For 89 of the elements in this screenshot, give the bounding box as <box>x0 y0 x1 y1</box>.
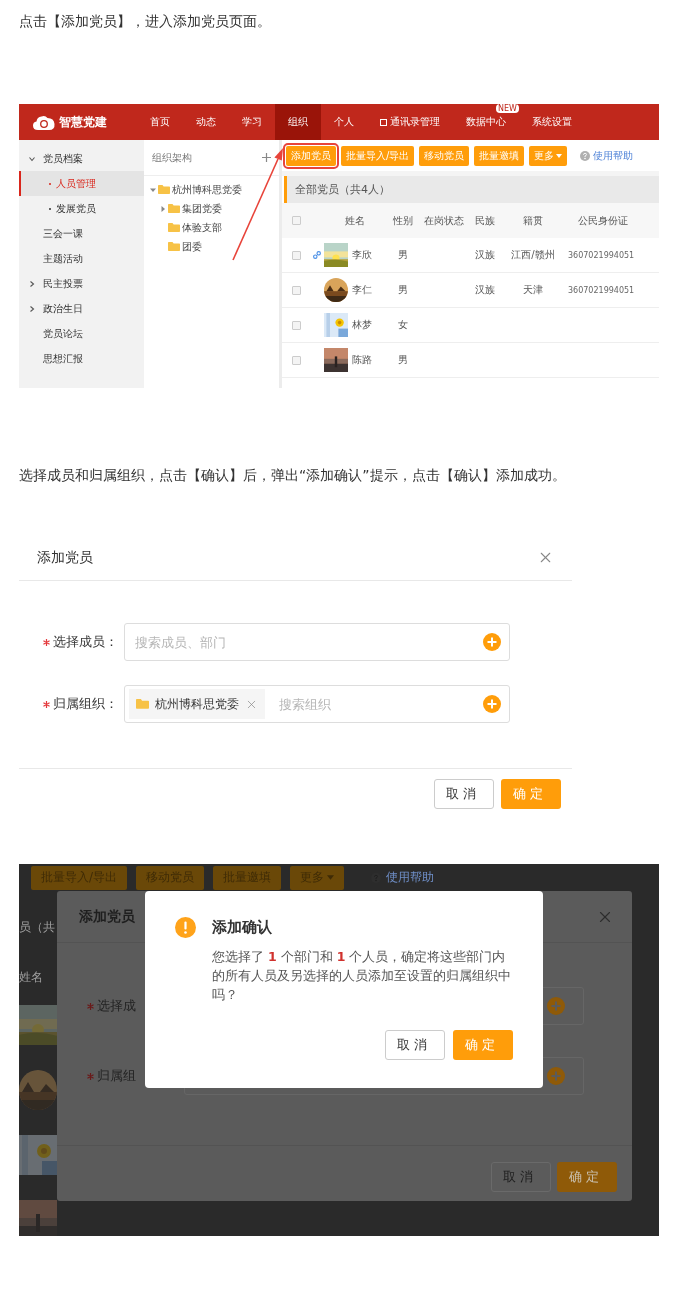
tree-node-label[interactable]: 团委 <box>182 239 202 254</box>
table-cell-text: 男 <box>397 283 409 297</box>
chevron-right-icon[interactable] <box>29 280 35 287</box>
cancel-button[interactable]: 取消 <box>385 1030 445 1060</box>
instruction-text: 点击【添加党员】，进入添加党员页面。 <box>19 12 272 30</box>
confirm-button[interactable]: 确定 <box>557 1162 617 1192</box>
sidebar-item[interactable]: 思想汇报 <box>19 346 144 371</box>
column-header: 公民身份证 <box>577 213 629 228</box>
selected-org-tag[interactable]: 杭州博科思党委 <box>129 689 265 719</box>
column-header: 民族 <box>474 213 496 228</box>
column-header: 姓名 <box>344 213 366 228</box>
help-icon <box>580 150 591 161</box>
dimmed-list-title: 员（共 <box>19 919 56 935</box>
table-cell: 林梦 <box>352 318 372 332</box>
nav-tab[interactable]: 通讯录管理 <box>367 104 453 140</box>
sidebar-subitem[interactable]: 人员管理 <box>19 171 144 196</box>
folder-icon <box>168 204 180 213</box>
table-cell-text: 3607021994051 <box>567 250 636 260</box>
nav-tab[interactable]: 系统设置 <box>519 104 585 140</box>
table-cell: 陈路 <box>352 353 372 367</box>
help-link[interactable]: 使用帮助 <box>580 148 634 163</box>
table-cell-text: 男 <box>397 353 409 367</box>
dialog-title: 添加确认 <box>212 918 272 937</box>
confirm-message: 您选择了 1 个部门和 1 个人员，确定将这些部门内的所有人员及另选择的人员添加至设置的归属组织中吗？ <box>212 948 512 1004</box>
new-badge: NEW <box>496 104 519 113</box>
checkbox[interactable] <box>291 216 301 225</box>
nav-tab[interactable]: NEW 数据中心 <box>453 104 519 140</box>
tree-node-label[interactable]: 集团党委 <box>182 201 222 216</box>
input-field[interactable]: 搜索成员、部门 <box>124 623 510 661</box>
folder-icon <box>158 185 170 194</box>
chevron-down-icon[interactable] <box>29 155 35 162</box>
folder-icon <box>168 223 180 232</box>
table-cell: 李仁 <box>352 283 372 297</box>
checkbox[interactable] <box>291 320 301 330</box>
field-label: 归属组织： <box>53 695 118 713</box>
caret-down-icon <box>556 153 563 158</box>
checkbox[interactable] <box>291 355 301 365</box>
tree-node-label[interactable]: 杭州博科思党委 <box>172 182 242 197</box>
sidebar-item[interactable]: 政治生日 <box>19 296 144 321</box>
checkbox[interactable] <box>291 250 301 260</box>
panel-title: 组织架构 <box>152 150 192 165</box>
plus-icon[interactable] <box>262 153 271 162</box>
app-logo-text: 智慧党建 <box>59 113 107 131</box>
folder-icon <box>168 242 180 251</box>
list-title: 全部党员（共4人） <box>284 176 659 203</box>
sidebar-item[interactable]: 主题活动 <box>19 246 144 271</box>
add-icon[interactable] <box>483 695 501 713</box>
sidebar-item[interactable]: 三会一课 <box>19 221 144 246</box>
checkbox[interactable] <box>291 285 301 295</box>
search-input[interactable]: 搜索组织 <box>273 695 475 713</box>
column-header: 籍贯 <box>522 213 544 228</box>
sidebar-item[interactable]: 民主投票 <box>19 271 144 296</box>
sidebar-item[interactable]: 党员档案 <box>19 146 144 171</box>
caret-down-icon[interactable] <box>150 186 156 193</box>
field-label: 选择成员： <box>53 633 118 651</box>
table-cell-text: 天津 <box>522 283 544 297</box>
chevron-right-icon[interactable] <box>29 305 35 312</box>
column-header: 在岗状态 <box>423 213 465 228</box>
table-cell-text: 汉族 <box>474 283 496 297</box>
dialog-title: 添加党员 <box>79 907 135 926</box>
table-cell-text: 汉族 <box>474 248 496 262</box>
nav-tab[interactable]: 首页 <box>137 104 183 140</box>
cloud-logo-icon <box>33 114 55 130</box>
sidebar-item[interactable]: 党员论坛 <box>19 321 144 346</box>
caret-down-icon <box>327 875 335 880</box>
search-input[interactable]: 搜索成员、部门 <box>129 633 475 651</box>
sidebar-subitem[interactable]: 发展党员 <box>19 196 144 221</box>
table-cell-text: 女 <box>397 318 409 332</box>
nav-tab[interactable]: 个人 <box>321 104 367 140</box>
warning-icon <box>175 917 196 938</box>
cancel-button[interactable]: 取消 <box>434 779 494 809</box>
input-field[interactable]: 杭州博科思党委 搜索组织 <box>124 685 510 723</box>
add-icon[interactable] <box>547 1067 565 1085</box>
add-icon[interactable] <box>483 633 501 651</box>
dimmed-column-header: 姓名 <box>19 969 44 985</box>
instruction-text: 选择成员和归属组织，点击【确认】后，弹出“添加确认”提示，点击【确认】添加成功。 <box>19 466 567 484</box>
nav-tab[interactable]: 动态 <box>183 104 229 140</box>
column-header: 性别 <box>392 213 414 228</box>
table-cell-text: 男 <box>397 248 409 262</box>
table-cell-text: 3607021994051 <box>567 285 636 295</box>
table-cell-text: 江西/赣州 <box>510 248 556 262</box>
dialog-title: 添加党员 <box>37 548 93 567</box>
table-cell: 李欣 <box>352 248 372 262</box>
nav-tab[interactable]: 学习 <box>229 104 275 140</box>
caret-right-icon[interactable] <box>160 205 166 212</box>
add-icon[interactable] <box>547 997 565 1015</box>
nav-tab[interactable]: 组织 <box>275 104 321 140</box>
tree-node-label[interactable]: 体验支部 <box>182 220 222 235</box>
folder-icon <box>136 699 149 709</box>
